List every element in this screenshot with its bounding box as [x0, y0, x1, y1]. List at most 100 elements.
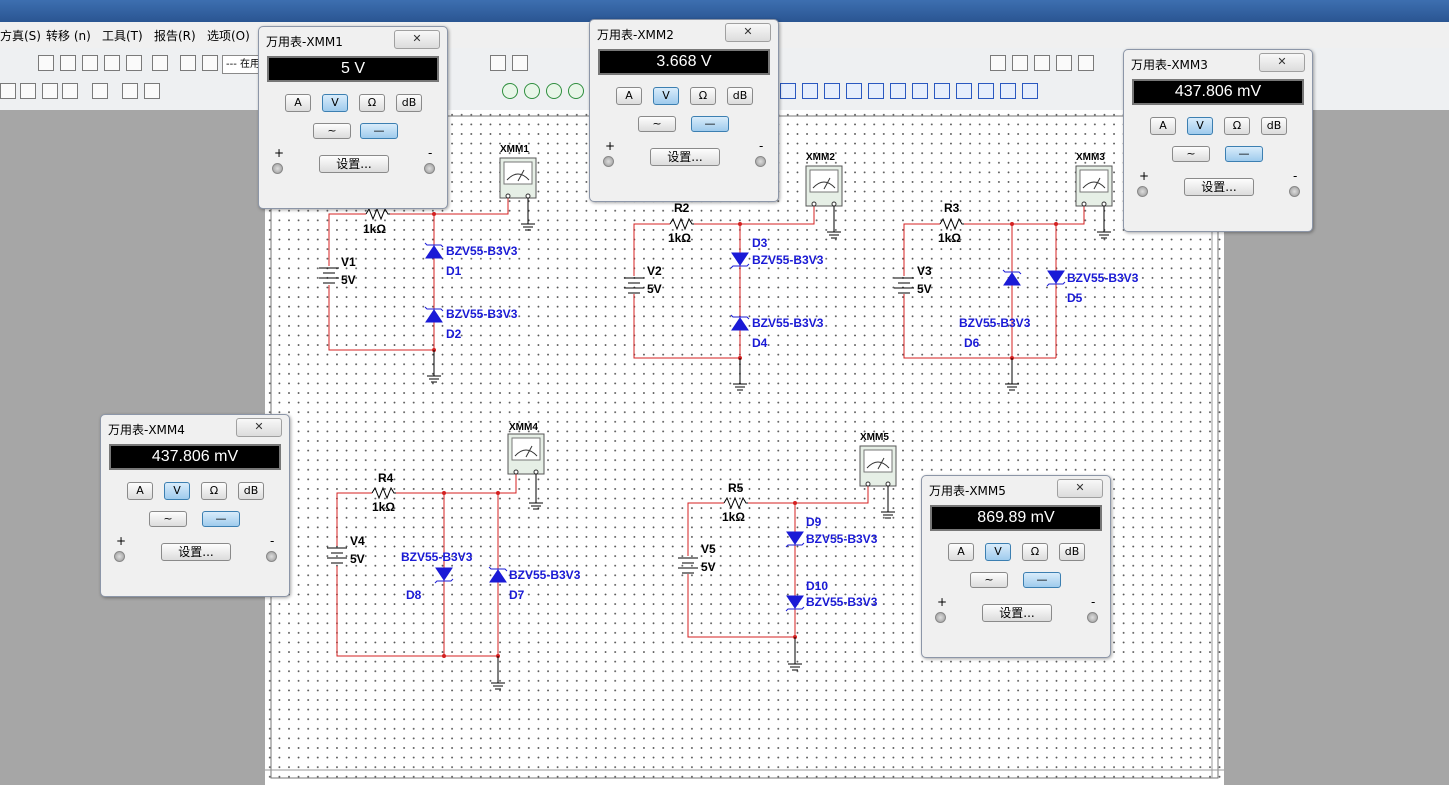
instrument-9-icon[interactable]	[956, 83, 972, 99]
plus-terminal-icon[interactable]	[114, 551, 125, 562]
step-icon[interactable]	[144, 83, 160, 99]
multimeter-xmm5-panel[interactable]: 万用表-XMM5 ✕ 869.89 mV A V Ω dB ~ — + - 设置…	[921, 475, 1111, 658]
instrument-2-icon[interactable]	[802, 83, 818, 99]
ammeter-mode-button[interactable]: A	[127, 482, 153, 500]
ammeter-mode-button[interactable]: A	[948, 543, 974, 561]
instrument-7-icon[interactable]	[912, 83, 928, 99]
close-icon[interactable]: ✕	[394, 30, 440, 49]
ammeter-mode-button[interactable]: A	[285, 94, 311, 112]
plus-terminal-icon[interactable]	[603, 156, 614, 167]
decibel-mode-button[interactable]: dB	[1059, 543, 1085, 561]
spreadsheet-icon[interactable]	[60, 55, 76, 71]
dc-mode-button[interactable]: —	[202, 511, 240, 527]
decibel-mode-button[interactable]: dB	[1261, 117, 1287, 135]
dc-mode-button[interactable]: —	[691, 116, 729, 132]
ohmmeter-mode-button[interactable]: Ω	[201, 482, 227, 500]
in-use-list-combo[interactable]: --- 在用	[222, 55, 262, 74]
instrument-6-icon[interactable]	[890, 83, 906, 99]
erc-icon[interactable]	[202, 55, 218, 71]
ac-mode-button[interactable]: ~	[638, 116, 676, 132]
dc-mode-button[interactable]: —	[360, 123, 398, 139]
ac-mode-button[interactable]: ~	[149, 511, 187, 527]
instrument-8-icon[interactable]	[934, 83, 950, 99]
settings-button[interactable]: 设置...	[650, 148, 720, 166]
menu-reports[interactable]: 报告(R)	[154, 27, 196, 44]
minus-terminal-icon[interactable]	[1289, 186, 1300, 197]
full-screen-icon[interactable]	[1078, 55, 1094, 71]
menu-simulate[interactable]: 方真(S)	[0, 27, 41, 44]
instrument-10-icon[interactable]	[978, 83, 994, 99]
instrument-4-icon[interactable]	[846, 83, 862, 99]
wire-icon[interactable]	[0, 83, 16, 99]
schematic-sheet[interactable]: R1 1kΩ V1 5V BZV55-B3V3 D1 BZV55-B3V3 D2	[265, 110, 1224, 785]
instrument-1-icon[interactable]	[780, 83, 796, 99]
settings-button[interactable]: 设置...	[1184, 178, 1254, 196]
plus-terminal-icon[interactable]	[935, 612, 946, 623]
multimeter-xmm3-panel[interactable]: 万用表-XMM3 ✕ 437.806 mV A V Ω dB ~ — + - 设…	[1123, 49, 1313, 232]
multimeter-xmm4-panel[interactable]: 万用表-XMM4 ✕ 437.806 mV A V Ω dB ~ — + - 设…	[100, 414, 290, 597]
plus-terminal-icon[interactable]	[272, 163, 283, 174]
voltmeter-mode-button[interactable]: V	[164, 482, 190, 500]
ac-mode-button[interactable]: ~	[313, 123, 351, 139]
menu-tools[interactable]: 工具(T)	[102, 27, 143, 44]
dc-mode-button[interactable]: —	[1225, 146, 1263, 162]
settings-button[interactable]: 设置...	[319, 155, 389, 173]
zoom-out-icon[interactable]	[1034, 55, 1050, 71]
ohmmeter-mode-button[interactable]: Ω	[690, 87, 716, 105]
menu-options[interactable]: 选项(O)	[207, 27, 250, 44]
multimeter-xmm1-panel[interactable]: 万用表-XMM1 ✕ 5 V A V Ω dB ~ — + - 设置...	[258, 26, 448, 209]
voltmeter-mode-button[interactable]: V	[985, 543, 1011, 561]
diff-probe-icon[interactable]	[568, 83, 584, 99]
component-wizard-icon[interactable]	[180, 55, 196, 71]
decibel-mode-button[interactable]: dB	[727, 87, 753, 105]
zoom-area-icon[interactable]	[990, 55, 1006, 71]
minus-terminal-icon[interactable]	[424, 163, 435, 174]
connector-icon[interactable]	[92, 83, 108, 99]
instrument-12-icon[interactable]	[1022, 83, 1038, 99]
ohmmeter-mode-button[interactable]: Ω	[359, 94, 385, 112]
menu-transfer[interactable]: 转移 (n)	[46, 27, 91, 44]
probe-icon[interactable]	[42, 83, 58, 99]
grapher-icon[interactable]	[104, 55, 120, 71]
ammeter-mode-button[interactable]: A	[616, 87, 642, 105]
ac-mode-button[interactable]: ~	[970, 572, 1008, 588]
voltmeter-mode-button[interactable]: V	[1187, 117, 1213, 135]
current-probe-icon[interactable]	[524, 83, 540, 99]
plus-terminal-icon[interactable]	[1137, 186, 1148, 197]
hier-block-icon[interactable]	[122, 83, 138, 99]
minus-terminal-icon[interactable]	[755, 156, 766, 167]
decibel-mode-button[interactable]: dB	[238, 482, 264, 500]
zoom-in-icon[interactable]	[1012, 55, 1028, 71]
database-icon[interactable]	[82, 55, 98, 71]
instrument-5-icon[interactable]	[868, 83, 884, 99]
close-icon[interactable]: ✕	[1259, 53, 1305, 72]
close-icon[interactable]: ✕	[1057, 479, 1103, 498]
voltmeter-mode-button[interactable]: V	[322, 94, 348, 112]
pin-icon[interactable]	[62, 83, 78, 99]
minus-terminal-icon[interactable]	[266, 551, 277, 562]
close-icon[interactable]: ✕	[725, 23, 771, 42]
instrument-11-icon[interactable]	[1000, 83, 1016, 99]
ac-mode-button[interactable]: ~	[1172, 146, 1210, 162]
help-icon[interactable]	[512, 55, 528, 71]
ohmmeter-mode-button[interactable]: Ω	[1224, 117, 1250, 135]
description-icon[interactable]	[126, 55, 142, 71]
ohmmeter-mode-button[interactable]: Ω	[1022, 543, 1048, 561]
find-icon[interactable]	[490, 55, 506, 71]
instrument-3-icon[interactable]	[824, 83, 840, 99]
minus-terminal-icon[interactable]	[1087, 612, 1098, 623]
decibel-mode-button[interactable]: dB	[396, 94, 422, 112]
settings-button[interactable]: 设置...	[982, 604, 1052, 622]
power-probe-icon[interactable]	[546, 83, 562, 99]
bus-icon[interactable]	[20, 83, 36, 99]
voltmeter-mode-button[interactable]: V	[653, 87, 679, 105]
dc-mode-button[interactable]: —	[1023, 572, 1061, 588]
settings-button[interactable]: 设置...	[161, 543, 231, 561]
zoom-fit-icon[interactable]	[1056, 55, 1072, 71]
multimeter-xmm2-panel[interactable]: 万用表-XMM2 ✕ 3.668 V A V Ω dB ~ — + - 设置..…	[589, 19, 779, 202]
ammeter-mode-button[interactable]: A	[1150, 117, 1176, 135]
grid-view-icon[interactable]	[38, 55, 54, 71]
voltage-probe-icon[interactable]	[502, 83, 518, 99]
close-icon[interactable]: ✕	[236, 418, 282, 437]
postprocessor-icon[interactable]	[152, 55, 168, 71]
